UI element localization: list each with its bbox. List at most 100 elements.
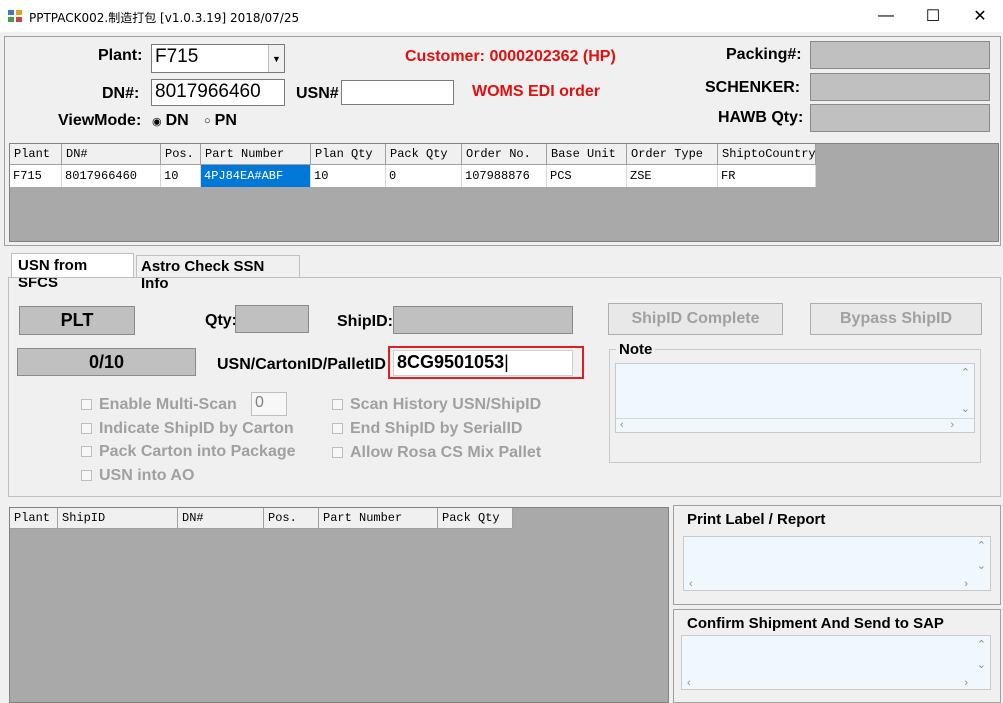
grid-header-cell[interactable]: Order No. [462,144,547,165]
viewmode-pn-label: PN [214,112,237,129]
dn-grid[interactable]: Plant DN# Pos. Part Number Plan Qty Pack… [9,143,999,242]
usn-carton-value: 8CG9501053 [397,352,505,372]
grid-cell[interactable]: F715 [10,165,62,187]
title-bar: PPTPACK002.制造打包 [v1.0.3.19] 2018/07/25 —… [0,0,1003,32]
grid-header-cell[interactable]: Part Number [201,144,311,165]
grid-header-cell[interactable]: Part Number [319,508,438,529]
shipid-complete-button[interactable]: ShipID Complete [608,303,783,335]
checkbox-icon [81,399,92,410]
usn-input[interactable] [341,80,454,105]
grid-cell[interactable]: 8017966460 [62,165,161,187]
schenker-label: SCHENKER: [705,79,801,96]
checkbox-icon [81,446,92,457]
grid-header-cell[interactable]: Pos. [161,144,201,165]
grid-header-cell[interactable]: ShiptoCountry [718,144,816,165]
checkbox-icon [81,470,92,481]
print-list[interactable]: ⌃ ⌄ ‹ › [683,536,991,591]
viewmode-pn-radio[interactable]: ○ PN [204,112,237,130]
grid-cell[interactable]: 10 [311,165,386,187]
minimize-button[interactable]: — [863,0,909,32]
grid-header-cell[interactable]: DN# [178,508,264,529]
scroll-down-icon[interactable]: ⌄ [977,559,986,572]
grid-cell[interactable]: PCS [547,165,627,187]
allow-rosa-checkbox[interactable]: Allow Rosa CS Mix Pallet [332,444,541,462]
table-row[interactable]: F715 8017966460 10 4PJ84EA#ABF 10 0 1079… [10,165,816,187]
usn-label: USN# [296,85,339,102]
ship-grid-header: Plant ShipID DN# Pos. Part Number Pack Q… [10,508,513,529]
viewmode-dn-radio[interactable]: ◉ DN [152,112,189,130]
confirm-group-label: Confirm Shipment And Send to SAP [687,615,944,632]
packing-field[interactable] [810,41,990,69]
grid-header-cell[interactable]: Pack Qty [438,508,513,529]
tab-usn-from-sfcs[interactable]: USN from SFCS [11,253,134,291]
shipid-label: ShipID: [337,313,393,330]
checkbox-icon [332,423,343,434]
maximize-icon: ☐ [925,8,941,25]
enable-multiscan-label: Enable Multi-Scan [99,396,237,413]
grid-header-cell[interactable]: Pack Qty [386,144,462,165]
tab-astro-check[interactable]: Astro Check SSN Info [136,255,300,292]
grid-header-cell[interactable]: Plant [10,508,58,529]
plant-label: Plant: [98,47,143,64]
schenker-field[interactable] [810,73,990,101]
scroll-up-icon[interactable]: ⌃ [977,539,986,552]
grid-cell[interactable]: 10 [161,165,201,187]
maximize-button[interactable]: ☐ [910,0,956,32]
plt-box: PLT [19,306,135,335]
scroll-up-icon[interactable]: ⌃ [977,638,986,651]
hawb-field[interactable] [810,104,990,132]
scroll-right-icon[interactable]: › [964,677,968,689]
customer-text: Customer: 0000202362 (HP) [405,48,616,65]
note-textarea[interactable]: ⌃ ⌄ ‹ › [615,363,975,433]
qty-field[interactable] [235,305,309,333]
viewmode-dn-label: DN [165,112,189,129]
hawb-label: HAWB Qty: [718,109,804,126]
checkbox-icon [332,399,343,410]
woms-text: WOMS EDI order [472,83,601,100]
ship-grid[interactable]: Plant ShipID DN# Pos. Part Number Pack Q… [9,507,669,703]
scroll-left-icon[interactable]: ‹ [620,419,624,431]
scroll-right-icon[interactable]: › [964,578,968,590]
usn-into-ao-label: USN into AO [99,467,195,484]
usn-carton-label: USN/CartonID/PalletID [217,356,386,373]
shipid-field[interactable] [393,306,573,334]
grid-header-cell[interactable]: Pos. [264,508,319,529]
grid-header-cell[interactable]: Order Type [627,144,718,165]
grid-cell-selected[interactable]: 4PJ84EA#ABF [201,165,311,187]
horizontal-scrollbar[interactable]: ‹ › [616,418,974,432]
scroll-up-icon[interactable]: ⌃ [961,366,970,379]
dn-input[interactable]: 8017966460 [151,79,285,106]
grid-header-cell[interactable]: Plan Qty [311,144,386,165]
scan-history-label: Scan History USN/ShipID [350,396,542,413]
pack-carton-checkbox[interactable]: Pack Carton into Package [81,443,296,461]
scroll-down-icon[interactable]: ⌄ [977,658,986,671]
confirm-list[interactable]: ⌃ ⌄ ‹ › [681,635,991,690]
grid-header-cell[interactable]: DN# [62,144,161,165]
grid-header-cell[interactable]: Base Unit [547,144,627,165]
radio-unchecked-icon: ○ [204,115,211,127]
scroll-right-icon[interactable]: › [950,419,954,431]
chevron-down-icon[interactable]: ▼ [268,45,284,72]
scroll-down-icon[interactable]: ⌄ [961,402,970,415]
checkbox-icon [81,423,92,434]
usn-carton-input[interactable]: 8CG9501053| [393,350,573,376]
grid-header-cell[interactable]: Plant [10,144,62,165]
plant-select[interactable]: F715 ▼ [151,44,285,73]
grid-header-cell[interactable]: ShipID [58,508,178,529]
indicate-shipid-checkbox[interactable]: Indicate ShipID by Carton [81,420,294,438]
grid-cell[interactable]: ZSE [627,165,718,187]
note-label: Note [616,341,656,358]
grid-cell[interactable]: 107988876 [462,165,547,187]
bypass-shipid-button[interactable]: Bypass ShipID [810,303,982,335]
allow-rosa-label: Allow Rosa CS Mix Pallet [350,444,542,461]
grid-cell[interactable]: FR [718,165,816,187]
scroll-left-icon[interactable]: ‹ [689,578,693,590]
end-shipid-checkbox[interactable]: End ShipID by SerialID [332,420,522,438]
enable-multiscan-checkbox[interactable]: Enable Multi-Scan [81,396,237,414]
grid-cell[interactable]: 0 [386,165,462,187]
multiscan-count-input[interactable]: 0 [251,392,287,416]
usn-into-ao-checkbox[interactable]: USN into AO [81,467,194,485]
scan-history-checkbox[interactable]: Scan History USN/ShipID [332,396,541,414]
scroll-left-icon[interactable]: ‹ [687,677,691,689]
close-button[interactable]: ✕ [957,0,1003,32]
